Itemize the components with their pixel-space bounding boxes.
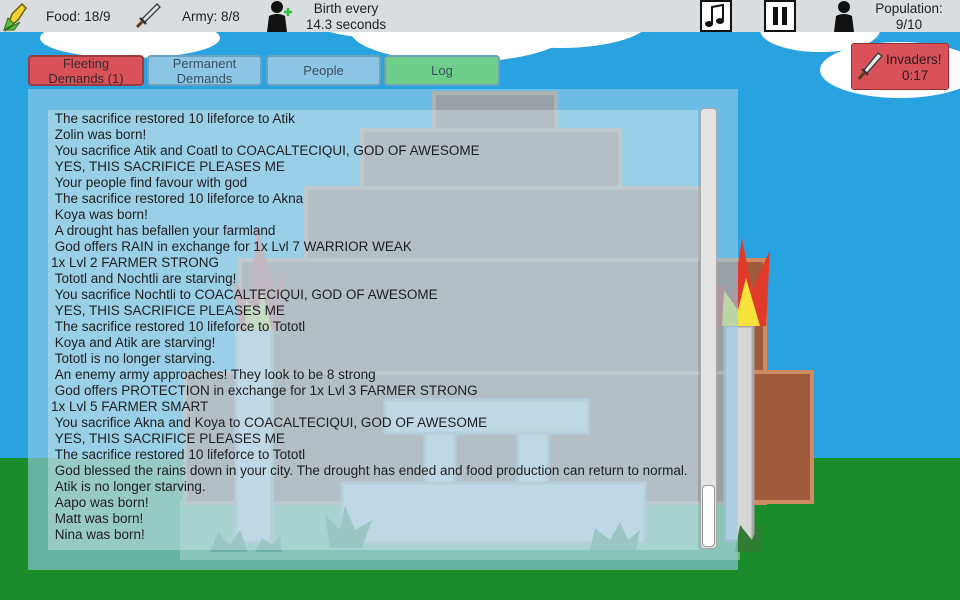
invaders-label: Invaders! (886, 52, 942, 67)
birth-line1: Birth every (313, 1, 379, 16)
log-entry: YES, THIS SACRIFICE PLEASES ME (51, 159, 285, 174)
log-entry: YES, THIS SACRIFICE PLEASES ME (51, 431, 285, 446)
food-label: Food: 18/9 (46, 9, 111, 24)
population-label: Population: 9/10 (868, 1, 950, 33)
log-entry: The sacrifice restored 10 lifeforce to A… (51, 191, 304, 206)
log-entry: The sacrifice restored 10 lifeforce to A… (51, 111, 295, 126)
music-note-icon[interactable] (700, 0, 732, 37)
log-entry: You sacrifice Atik and Coatl to COACALTE… (51, 143, 480, 158)
tab-fleeting-demands[interactable]: Fleeting Demands (1) (28, 55, 144, 86)
invaders-timer: 0:17 (902, 68, 929, 83)
population-line1: Population: (875, 1, 943, 16)
sword-icon (856, 51, 884, 86)
log-entry: Koya and Atik are starving! (51, 335, 216, 350)
army-label: Army: 8/8 (182, 9, 240, 24)
log-entry: Tototl is no longer starving. (51, 351, 216, 366)
log-entry: Tototl and Nochtli are starving! (51, 271, 237, 286)
log-list[interactable]: The sacrifice restored 10 lifeforce to A… (48, 110, 698, 550)
person-plus-icon (263, 0, 295, 37)
tab-log[interactable]: Log (384, 55, 500, 86)
log-entry: 1x Lvl 2 FARMER STRONG (51, 255, 220, 270)
birth-timer: Birth every 14.3 seconds (298, 1, 394, 33)
log-entry: Koya was born! (51, 207, 148, 222)
invaders-alert-button[interactable]: Invaders! 0:17 (851, 43, 949, 90)
log-entries: The sacrifice restored 10 lifeforce to A… (48, 111, 698, 543)
pause-icon[interactable] (764, 0, 796, 37)
log-scrollbar[interactable] (700, 108, 717, 549)
sword-icon (133, 1, 163, 36)
corn-icon (2, 2, 32, 37)
log-entry: God blessed the rains down in your city.… (51, 463, 688, 478)
tab-people[interactable]: People (266, 55, 381, 86)
log-entry: A drought has befallen your farmland (51, 223, 276, 238)
log-entry: Atik is no longer starving. (51, 479, 206, 494)
log-entry: Your people find favour with god (51, 175, 248, 190)
log-entry: YES, THIS SACRIFICE PLEASES ME (51, 303, 285, 318)
tab-permanent-demands[interactable]: Permanent Demands (147, 55, 262, 86)
log-entry: Zolin was born! (51, 127, 147, 142)
log-entry: Aapo was born! (51, 495, 149, 510)
birth-line2: 14.3 seconds (305, 17, 387, 32)
log-entry: Nina was born! (51, 527, 145, 542)
log-entry: An enemy army approaches! They look to b… (51, 367, 376, 382)
log-entry: God offers PROTECTION in exchange for 1x… (51, 383, 478, 398)
log-entry: You sacrifice Akna and Koya to COACALTEC… (51, 415, 488, 430)
scrollbar-thumb[interactable] (702, 485, 715, 547)
log-entry: Matt was born! (51, 511, 144, 526)
log-entry: 1x Lvl 5 FARMER SMART (51, 399, 209, 414)
population-line2: 9/10 (895, 17, 923, 32)
log-entry: You sacrifice Nochtli to COACALTECIQUI, … (51, 287, 438, 302)
log-entry: God offers RAIN in exchange for 1x Lvl 7… (51, 239, 412, 254)
person-icon (828, 0, 860, 37)
log-entry: The sacrifice restored 10 lifeforce to T… (51, 447, 306, 462)
log-entry: The sacrifice restored 10 lifeforce to T… (51, 319, 306, 334)
